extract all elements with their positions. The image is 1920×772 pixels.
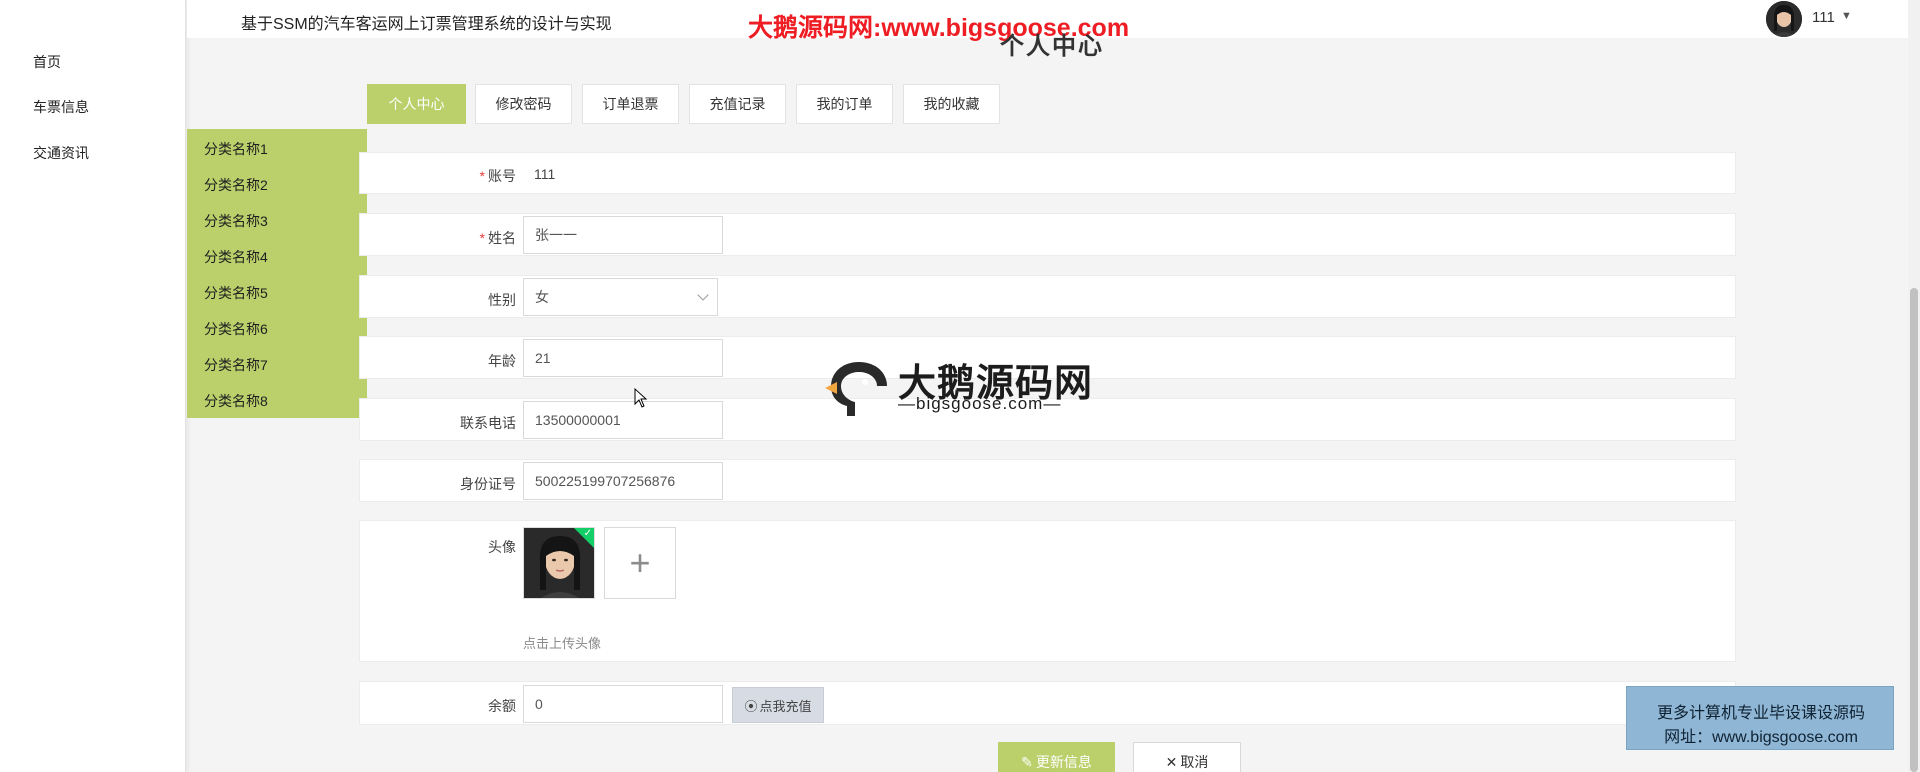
user-name[interactable]: 111 — [1812, 9, 1835, 26]
account-label-text: 账号 — [488, 168, 516, 184]
sidebar-item-traffic-news[interactable]: 交通资讯 — [33, 143, 89, 163]
phone-input[interactable]: 13500000001 — [523, 401, 723, 439]
user-avatar-icon — [1766, 1, 1802, 37]
form-row-id-card: 身份证号 500225199707256876 — [359, 459, 1736, 502]
promo-line-2: 网址：www.bigsgoose.com — [1664, 729, 1858, 746]
watermark-logo: 大鹅源码网 —bigsgoose.com— — [825, 352, 1097, 416]
account-value: 111 — [534, 166, 556, 182]
age-input[interactable]: 21 — [523, 339, 723, 377]
recharge-button[interactable]: ⦿ 点我充值 — [732, 687, 824, 723]
chevron-down-icon — [697, 289, 709, 301]
page-title: 个人中心 — [1000, 33, 1104, 60]
sidebar-item-home[interactable]: 首页 — [33, 52, 61, 72]
balance-input[interactable]: 0 — [523, 685, 723, 723]
name-label: * 姓名 — [360, 228, 516, 248]
tab-recharge-records[interactable]: 充值记录 — [689, 84, 786, 124]
chevron-down-icon[interactable]: ▼ — [1841, 10, 1852, 22]
category-item[interactable]: 分类名称5 — [204, 283, 268, 303]
system-title: 基于SSM的汽车客运网上订票管理系统的设计与实现 — [241, 16, 612, 33]
close-icon: ✕ — [1165, 753, 1178, 770]
cancel-button-label: 取消 — [1180, 754, 1209, 770]
avatar-upload-button[interactable]: + — [604, 527, 676, 599]
form-row-balance: 余额 0 ⦿ 点我充值 — [359, 681, 1736, 725]
upload-avatar-tip[interactable]: 点击上传头像 — [523, 633, 601, 652]
promo-box: 更多计算机专业毕设课设源码 网址：www.bigsgoose.com — [1626, 686, 1894, 750]
required-mark: * — [479, 168, 485, 184]
check-icon: ✓ — [583, 528, 592, 539]
tab-personal-center[interactable]: 个人中心 — [367, 84, 466, 124]
id-card-label: 身份证号 — [460, 476, 516, 492]
category-item[interactable]: 分类名称3 — [204, 211, 268, 231]
scrollbar-thumb[interactable] — [1910, 288, 1918, 772]
promo-line-1: 更多计算机专业毕设课设源码 — [1656, 705, 1865, 722]
user-avatar[interactable] — [1766, 1, 1802, 37]
tab-my-favorites[interactable]: 我的收藏 — [903, 84, 1000, 124]
left-sidebar: 首页 车票信息 交通资讯 — [0, 0, 186, 772]
category-item[interactable]: 分类名称4 — [204, 247, 268, 267]
update-info-button-label: 更新信息 — [1035, 754, 1092, 770]
category-item[interactable]: 分类名称1 — [204, 139, 268, 159]
edit-icon: ✎ — [1021, 753, 1033, 770]
category-item[interactable]: 分类名称7 — [204, 355, 268, 375]
category-dropdown-menu: 分类名称1 分类名称2 分类名称3 分类名称4 分类名称5 分类名称6 分类名称… — [187, 129, 367, 418]
recharge-button-label: 点我充值 — [759, 698, 812, 714]
gender-select-value: 女 — [535, 289, 549, 305]
category-item[interactable]: 分类名称6 — [204, 319, 268, 339]
age-label: 年龄 — [488, 353, 516, 369]
phone-label: 联系电话 — [460, 415, 516, 431]
recharge-icon: ⦿ — [744, 698, 758, 714]
watermark-en-text: —bigsgoose.com— — [898, 394, 1062, 413]
tab-my-orders[interactable]: 我的订单 — [796, 84, 893, 124]
category-item[interactable]: 分类名称2 — [204, 175, 268, 195]
tab-change-password[interactable]: 修改密码 — [475, 84, 572, 124]
name-input[interactable]: 张一一 — [523, 216, 723, 254]
form-row-avatar: 头像 ✓ + 点击上传头像 — [359, 520, 1736, 662]
name-label-text: 姓名 — [488, 230, 516, 246]
id-card-input[interactable]: 500225199707256876 — [523, 462, 723, 500]
avatar-label: 头像 — [488, 539, 516, 555]
tab-order-refund[interactable]: 订单退票 — [582, 84, 679, 124]
sidebar-item-tickets[interactable]: 车票信息 — [33, 97, 89, 117]
category-item[interactable]: 分类名称8 — [204, 391, 268, 411]
form-row-account: * 账号 111 — [359, 152, 1736, 194]
gender-label: 性别 — [488, 292, 516, 308]
gender-select[interactable]: 女 — [523, 278, 718, 316]
account-label: * 账号 — [360, 166, 516, 186]
plus-icon: + — [629, 542, 651, 583]
goose-logo-icon — [825, 362, 887, 416]
mouse-cursor-icon — [634, 388, 648, 408]
balance-label: 余额 — [488, 698, 516, 714]
avatar-image[interactable]: ✓ — [523, 527, 595, 599]
form-row-gender: 性别 女 — [359, 275, 1736, 318]
form-row-name: * 姓名 张一一 — [359, 213, 1736, 256]
required-mark: * — [479, 230, 485, 246]
update-info-button[interactable]: ✎ 更新信息 — [998, 742, 1115, 772]
cancel-button[interactable]: ✕ 取消 — [1133, 742, 1241, 772]
